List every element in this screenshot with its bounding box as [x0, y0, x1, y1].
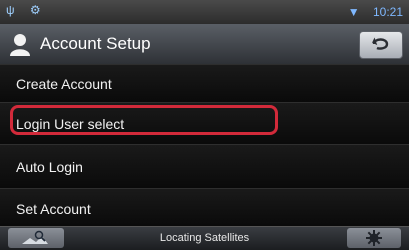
clock: 10:21	[372, 5, 403, 19]
back-button[interactable]	[359, 31, 403, 59]
title-bar: Account Setup	[0, 24, 409, 65]
status-right: ▼ 10:21	[348, 5, 403, 19]
gear-icon	[366, 230, 382, 246]
wifi-icon: ▼	[347, 5, 360, 19]
status-bar: ψ ⚙ ▼ 10:21	[0, 0, 409, 24]
menu-item-label: Set Account	[16, 201, 91, 217]
menu-item-label: Auto Login	[16, 159, 83, 175]
account-menu: Create Account Login User select Auto Lo…	[0, 64, 409, 226]
back-arrow-icon	[372, 37, 389, 50]
menu-item-label: Create Account	[16, 76, 112, 92]
menu-item-set-account[interactable]: Set Account	[0, 188, 409, 226]
menu-item-create-account[interactable]: Create Account	[0, 64, 409, 102]
status-icons: ψ ⚙	[6, 3, 47, 17]
page-title: Account Setup	[40, 34, 151, 53]
settings-button[interactable]	[347, 228, 401, 248]
menu-item-label: Login User select	[16, 116, 125, 132]
bottom-bar: Locating Satellites	[0, 226, 409, 250]
menu-item-login-user-select[interactable]: Login User select	[0, 102, 409, 144]
user-icon	[8, 32, 32, 56]
menu-item-auto-login[interactable]: Auto Login	[0, 144, 409, 188]
